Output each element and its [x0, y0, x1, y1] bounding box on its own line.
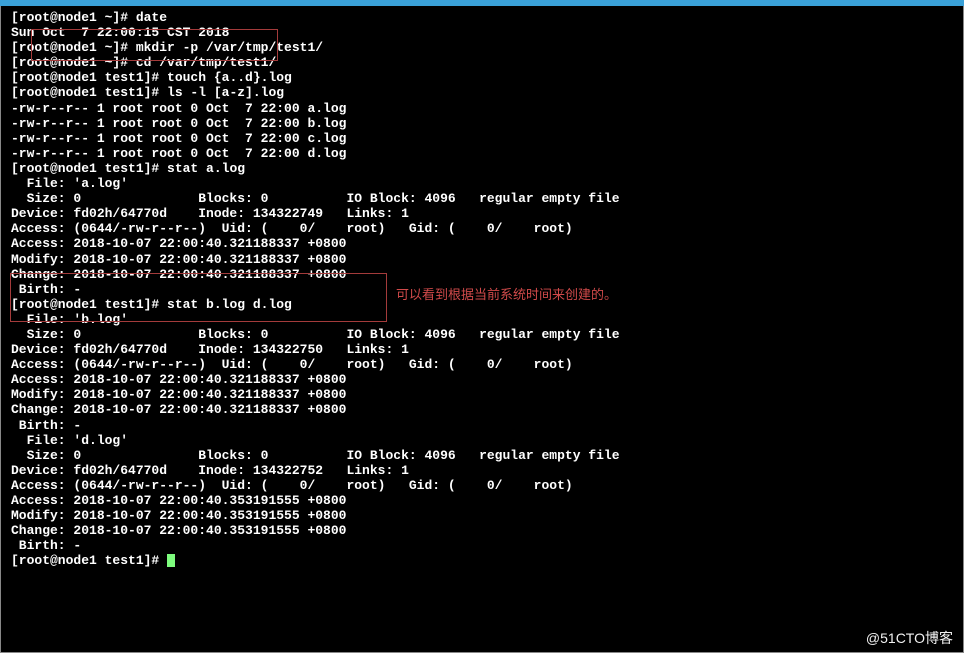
- cmd-stat-bd: stat b.log d.log: [167, 297, 292, 312]
- prompt: [root@node1 test1]#: [11, 85, 167, 100]
- prompt: [root@node1 ~]#: [11, 10, 136, 25]
- prompt: [root@node1 test1]#: [11, 553, 167, 568]
- stat-access: Access: 2018-10-07 22:00:40.321188337 +0…: [11, 236, 346, 251]
- cmd-date: date: [136, 10, 167, 25]
- ls-row: -rw-r--r-- 1 root root 0 Oct 7 22:00 a.l…: [11, 101, 346, 116]
- stat-size: Size: 0 Blocks: 0 IO Block: 4096 regular…: [11, 327, 620, 342]
- stat-access: Access: 2018-10-07 22:00:40.353191555 +0…: [11, 493, 346, 508]
- stat-device: Device: fd02h/64770d Inode: 134322750 Li…: [11, 342, 409, 357]
- cmd-cd: cd /var/tmp/test1/: [136, 55, 276, 70]
- prompt: [root@node1 test1]#: [11, 297, 167, 312]
- annotation-text: 可以看到根据当前系统时间来创建的。: [396, 287, 617, 302]
- stat-size: Size: 0 Blocks: 0 IO Block: 4096 regular…: [11, 448, 620, 463]
- cmd-mkdir: mkdir -p /var/tmp/test1/: [136, 40, 323, 55]
- stat-size: Size: 0 Blocks: 0 IO Block: 4096 regular…: [11, 191, 620, 206]
- cmd-ls: ls -l [a-z].log: [167, 85, 284, 100]
- stat-birth: Birth: -: [11, 418, 81, 433]
- terminal-cursor[interactable]: [167, 554, 175, 567]
- ls-row: -rw-r--r-- 1 root root 0 Oct 7 22:00 c.l…: [11, 131, 346, 146]
- stat-change: Change: 2018-10-07 22:00:40.353191555 +0…: [11, 523, 346, 538]
- stat-file: File: 'b.log': [11, 312, 128, 327]
- stat-birth: Birth: -: [11, 282, 81, 297]
- stat-file: File: 'd.log': [11, 433, 128, 448]
- watermark-label: @51CTO博客: [866, 631, 953, 646]
- prompt: [root@node1 ~]#: [11, 40, 136, 55]
- stat-change: Change: 2018-10-07 22:00:40.321188337 +0…: [11, 267, 346, 282]
- ls-row: -rw-r--r-- 1 root root 0 Oct 7 22:00 b.l…: [11, 116, 346, 131]
- prompt: [root@node1 ~]#: [11, 55, 136, 70]
- cmd-stat-a: stat a.log: [167, 161, 245, 176]
- terminal[interactable]: [root@node1 ~]# date Sun Oct 7 22:00:15 …: [0, 6, 964, 653]
- stat-change: Change: 2018-10-07 22:00:40.321188337 +0…: [11, 402, 346, 417]
- stat-access: Access: 2018-10-07 22:00:40.321188337 +0…: [11, 372, 346, 387]
- stat-device: Device: fd02h/64770d Inode: 134322752 Li…: [11, 463, 409, 478]
- prompt: [root@node1 test1]#: [11, 70, 167, 85]
- prompt: [root@node1 test1]#: [11, 161, 167, 176]
- stat-birth: Birth: -: [11, 538, 81, 553]
- stat-modify: Modify: 2018-10-07 22:00:40.321188337 +0…: [11, 387, 346, 402]
- cmd-touch: touch {a..d}.log: [167, 70, 292, 85]
- stat-modify: Modify: 2018-10-07 22:00:40.353191555 +0…: [11, 508, 346, 523]
- stat-perm: Access: (0644/-rw-r--r--) Uid: ( 0/ root…: [11, 357, 573, 372]
- screenshot-frame: [root@node1 ~]# date Sun Oct 7 22:00:15 …: [0, 0, 964, 665]
- ls-row: -rw-r--r-- 1 root root 0 Oct 7 22:00 d.l…: [11, 146, 346, 161]
- stat-device: Device: fd02h/64770d Inode: 134322749 Li…: [11, 206, 409, 221]
- stat-modify: Modify: 2018-10-07 22:00:40.321188337 +0…: [11, 252, 346, 267]
- stat-perm: Access: (0644/-rw-r--r--) Uid: ( 0/ root…: [11, 478, 573, 493]
- output-date: Sun Oct 7 22:00:15 CST 2018: [11, 25, 229, 40]
- stat-file: File: 'a.log': [11, 176, 128, 191]
- stat-perm: Access: (0644/-rw-r--r--) Uid: ( 0/ root…: [11, 221, 573, 236]
